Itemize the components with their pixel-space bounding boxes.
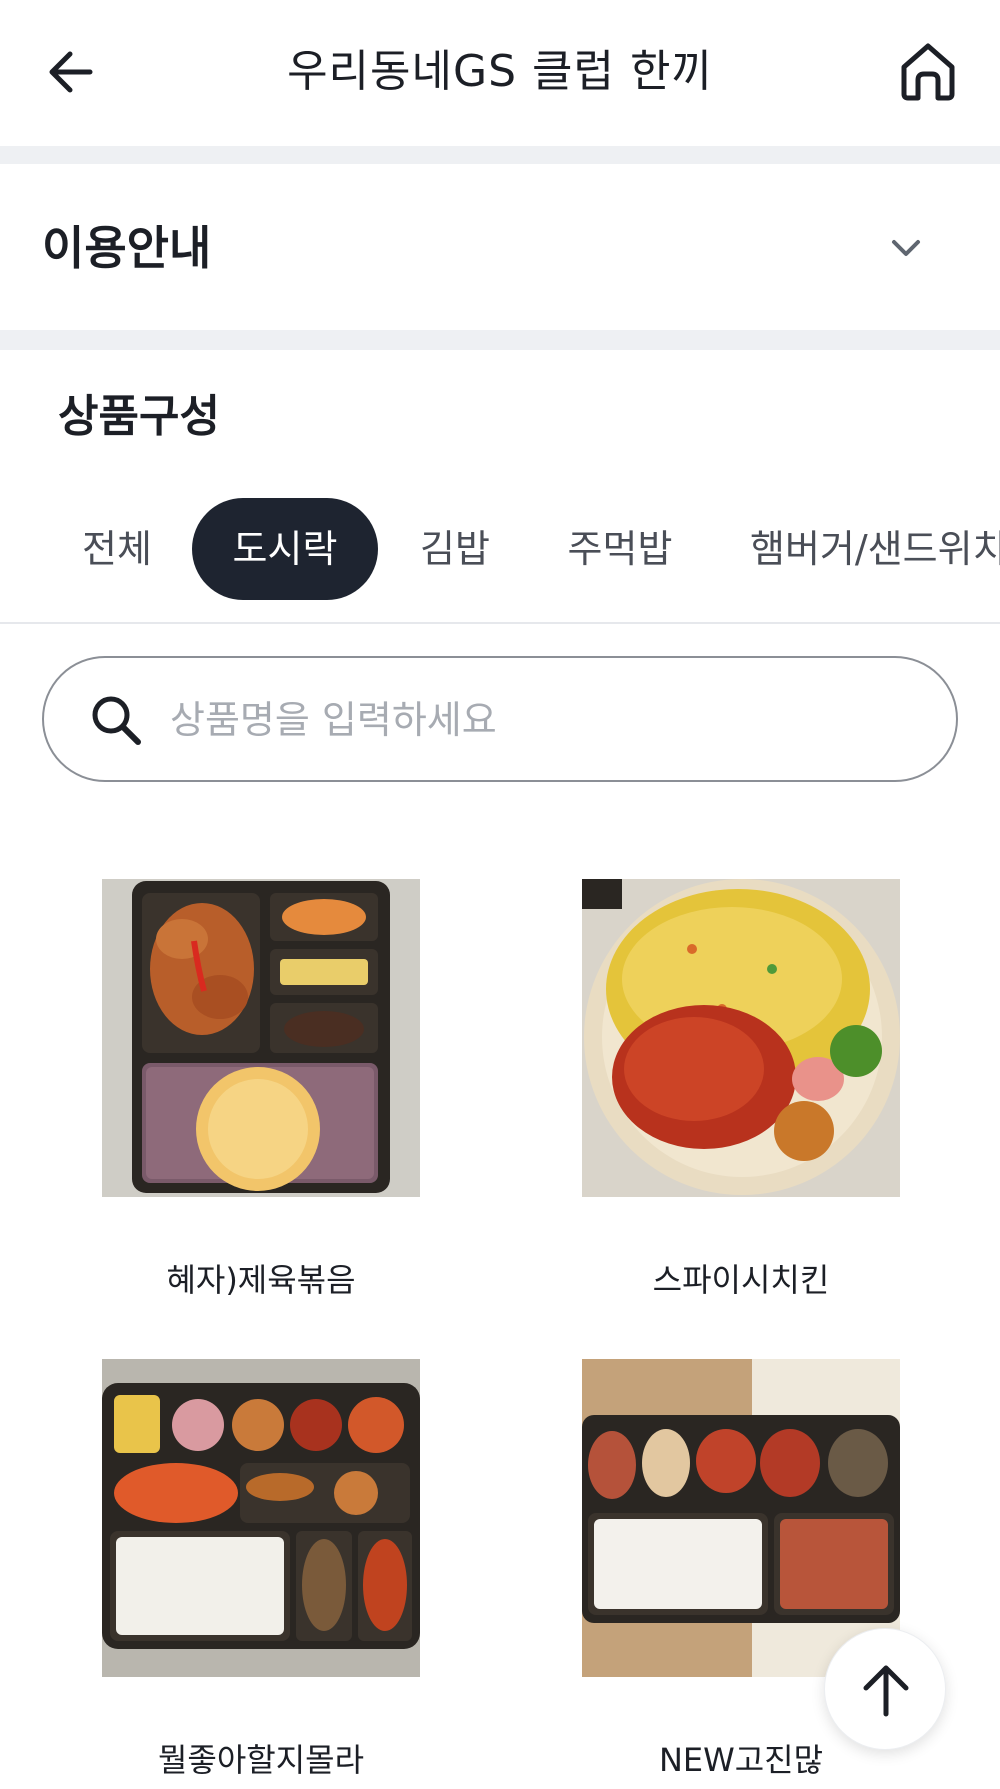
app-header: 우리동네GS 클럽 한끼 xyxy=(0,0,1000,146)
page-title: 우리동네GS 클럽 한끼 xyxy=(287,46,713,97)
arrow-up-icon xyxy=(863,1665,909,1717)
category-tabs: 전체 도시락 김밥 주먹밥 햄버거/샌드위치 xyxy=(0,498,1000,600)
tab-all[interactable]: 전체 xyxy=(60,498,174,600)
product-image xyxy=(582,879,900,1197)
product-image xyxy=(582,1359,900,1677)
page: 우리동네GS 클럽 한끼 이용안내 상품구성 전체 도시락 김밥 주먹밥 햄버거… xyxy=(0,0,1000,1789)
info-accordion[interactable]: 이용안내 xyxy=(0,164,1000,330)
product-name: 뭘좋아할지몰라 xyxy=(157,1741,365,1779)
back-button[interactable] xyxy=(42,40,102,100)
scroll-top-button[interactable] xyxy=(824,1628,946,1750)
tab-dosirak[interactable]: 도시락 xyxy=(192,498,378,600)
section-divider xyxy=(0,330,1000,350)
search-icon xyxy=(92,696,141,745)
product-name: 혜자)제육볶음 xyxy=(166,1261,356,1299)
home-icon xyxy=(901,43,955,101)
info-title: 이용안내 xyxy=(42,221,212,275)
search-input[interactable] xyxy=(170,678,910,762)
search-bar[interactable] xyxy=(42,656,958,782)
tab-burger-sandwich[interactable]: 햄버거/샌드위치 xyxy=(750,498,1000,600)
arrow-left-icon xyxy=(49,51,93,93)
chevron-down-icon[interactable] xyxy=(886,228,926,268)
products-title: 상품구성 xyxy=(58,391,220,442)
tab-jumeokbap[interactable]: 주먹밥 xyxy=(548,498,692,600)
section-divider xyxy=(0,146,1000,164)
tabs-divider xyxy=(0,622,1000,624)
product-image xyxy=(102,1359,420,1677)
product-image xyxy=(102,879,420,1197)
product-name: 스파이시치킨 xyxy=(652,1261,830,1299)
tab-gimbap[interactable]: 김밥 xyxy=(400,498,510,600)
home-button[interactable] xyxy=(896,40,960,104)
